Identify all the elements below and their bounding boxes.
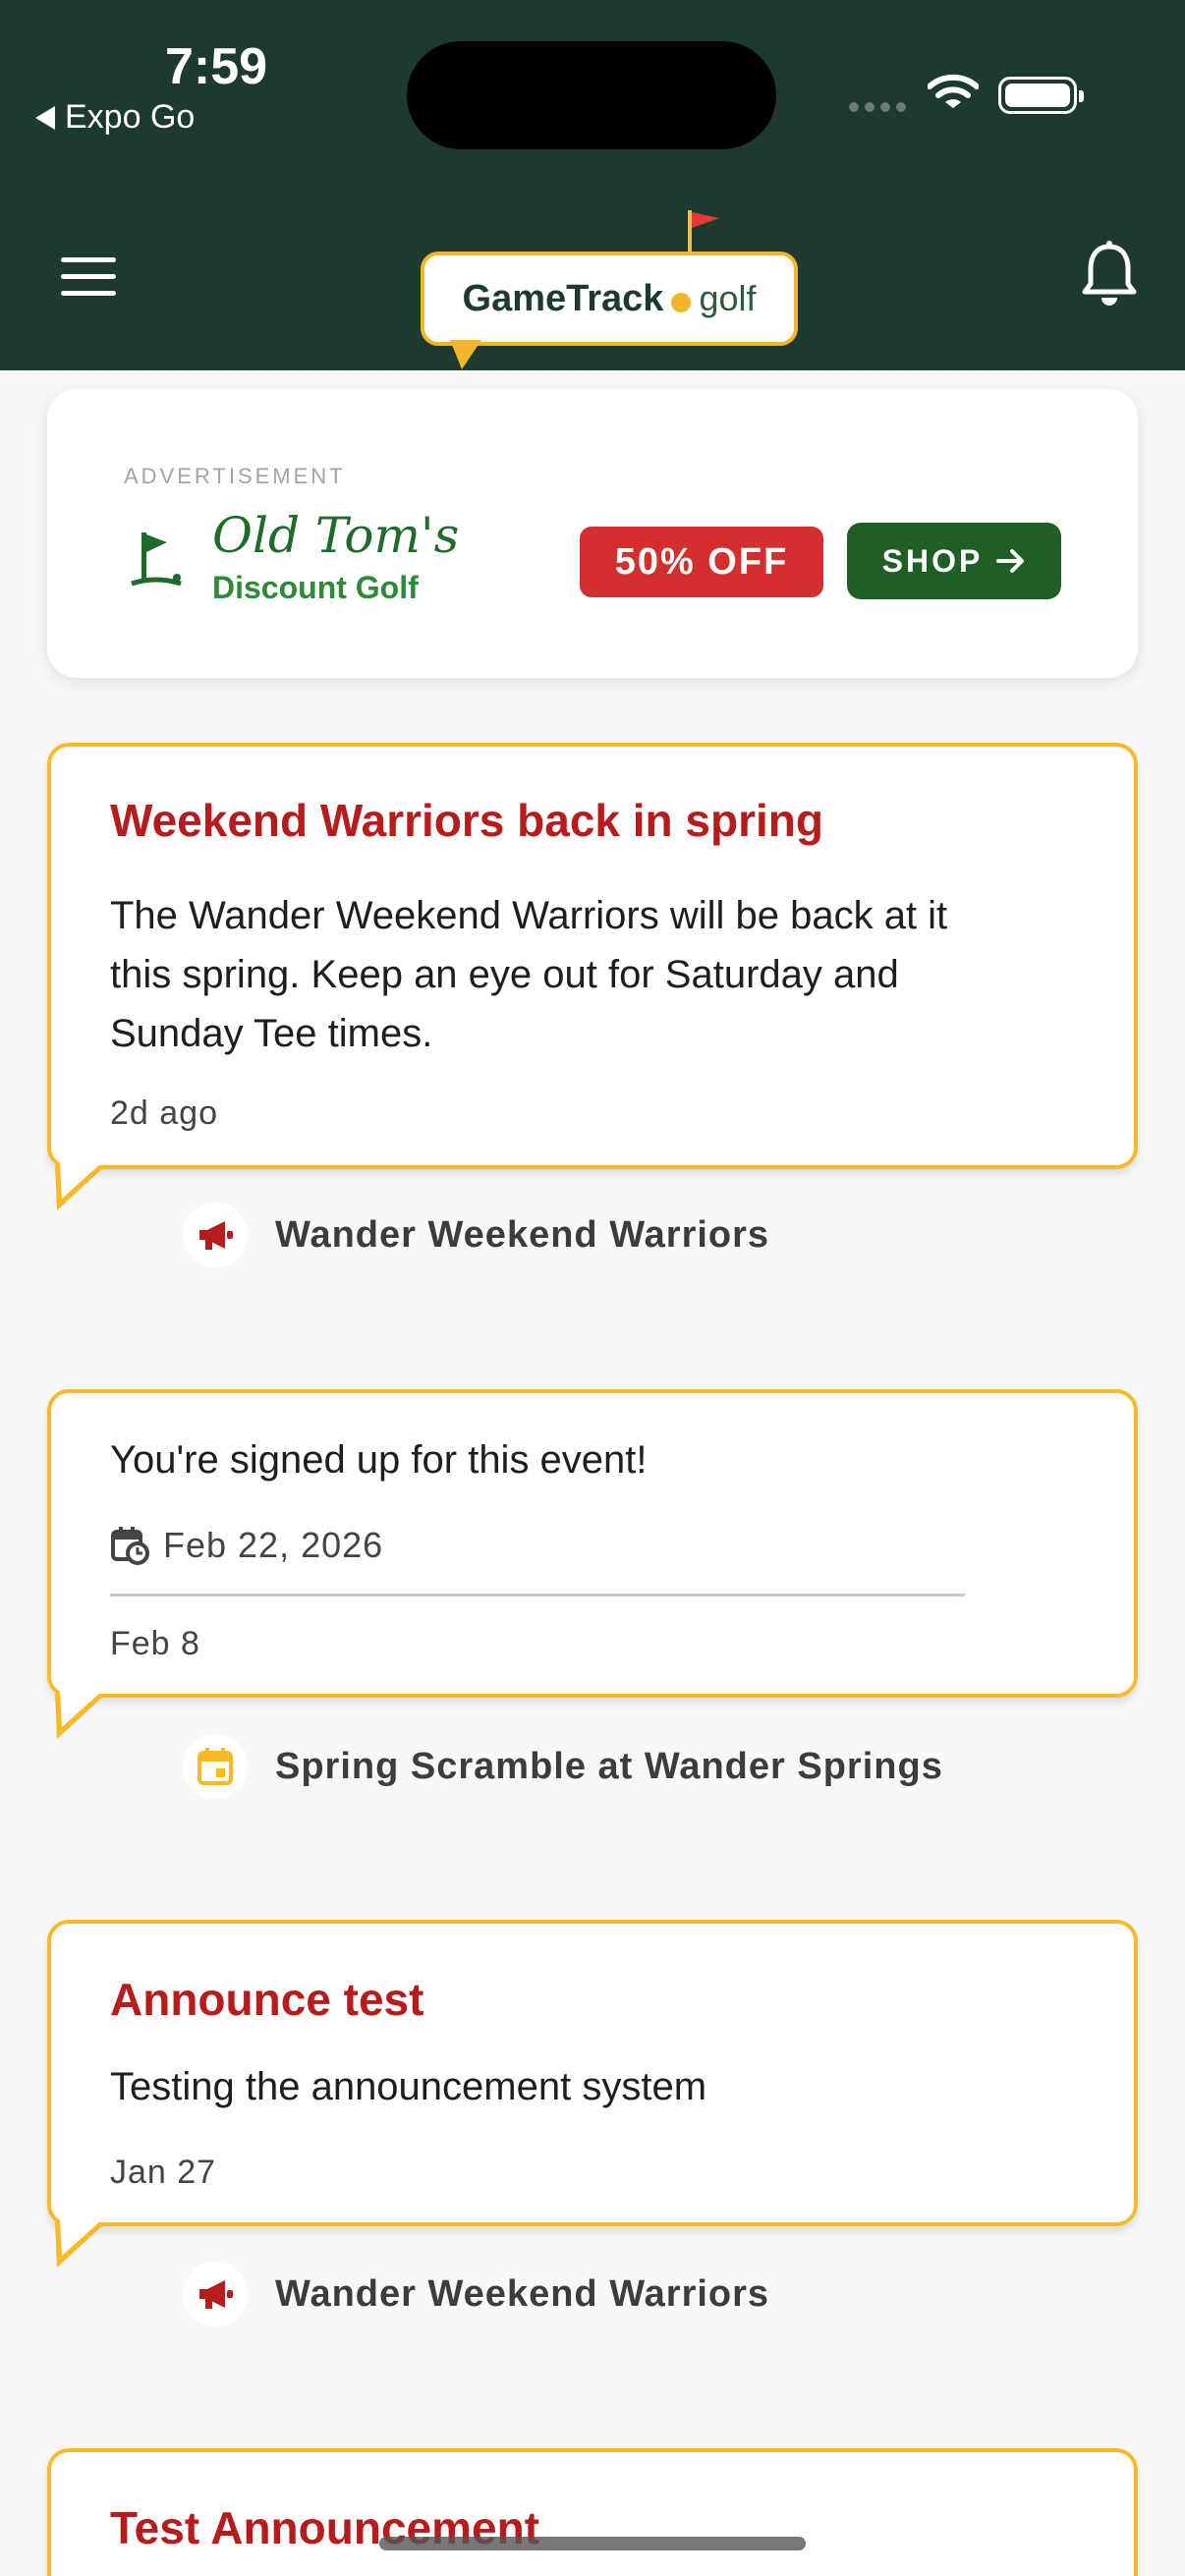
discount-badge: 50% OFF	[580, 527, 823, 597]
ad-label: ADVERTISEMENT	[124, 464, 346, 488]
golf-flag-logo-icon	[131, 532, 182, 587]
hamburger-menu-icon[interactable]	[61, 257, 116, 297]
advertisement-card[interactable]: ADVERTISEMENT Old Tom's Discount Golf 50…	[47, 389, 1138, 678]
source-event-link[interactable]: Spring Scramble at Wander Springs	[183, 1734, 943, 1799]
announcement-title: Weekend Warriors back in spring	[110, 795, 823, 846]
megaphone-icon	[183, 2262, 248, 2326]
signup-message: You're signed up for this event!	[110, 1438, 648, 1482]
post-time: Feb 8	[110, 1625, 200, 1662]
megaphone-icon	[183, 1203, 248, 1267]
source-name: Wander Weekend Warriors	[275, 1213, 770, 1256]
post-time: Jan 27	[110, 2154, 217, 2191]
event-signup-card[interactable]: You're signed up for this event! Feb 22,…	[47, 1389, 1138, 1698]
divider	[110, 1594, 965, 1596]
announcement-title: Announce test	[110, 1974, 424, 2025]
app-logo: GameTrack golf	[421, 206, 800, 369]
ad-brand-name: Old Tom's	[212, 507, 460, 564]
arrow-right-icon	[996, 549, 1025, 573]
app-header: 7:59 Expo Go GameTrack golf	[0, 0, 1185, 370]
notification-bell-icon[interactable]	[1081, 241, 1138, 308]
logo-text: GameTrack	[462, 277, 664, 319]
logo-suffix: golf	[699, 278, 757, 318]
back-arrow-icon	[35, 105, 55, 130]
announcement-card[interactable]: Test Announcement	[47, 2448, 1138, 2576]
calendar-clock-icon	[111, 1527, 149, 1565]
battery-icon	[998, 77, 1084, 114]
shop-button[interactable]: SHOP	[847, 523, 1061, 599]
event-date: Feb 22, 2026	[163, 1525, 384, 1565]
back-app-label: Expo Go	[65, 98, 196, 136]
dynamic-island	[407, 41, 776, 149]
source-name: Wander Weekend Warriors	[275, 2272, 770, 2315]
cellular-signal-icon	[849, 102, 906, 112]
event-date-row: Feb 22, 2026	[110, 1525, 383, 1566]
announcement-body: Testing the announcement system	[110, 2065, 707, 2108]
source-name: Spring Scramble at Wander Springs	[275, 1745, 943, 1787]
post-time: 2d ago	[110, 1094, 218, 1132]
ad-brand-subtitle: Discount Golf	[212, 570, 419, 605]
announcement-body: The Wander Weekend Warriors will be back…	[110, 894, 948, 1055]
announcement-card[interactable]: Weekend Warriors back in spring The Wand…	[47, 743, 1138, 1169]
shop-label: SHOP	[881, 542, 984, 579]
golf-ball-icon	[671, 293, 692, 312]
source-group-link[interactable]: Wander Weekend Warriors	[183, 2262, 769, 2326]
home-indicator[interactable]	[379, 2537, 806, 2550]
status-time: 7:59	[165, 38, 268, 95]
announcement-card[interactable]: Announce test Testing the announcement s…	[47, 1920, 1138, 2226]
wifi-icon	[928, 74, 979, 108]
back-to-app-link[interactable]: Expo Go	[35, 98, 195, 137]
calendar-icon	[183, 1734, 248, 1799]
source-group-link[interactable]: Wander Weekend Warriors	[183, 1203, 769, 1267]
